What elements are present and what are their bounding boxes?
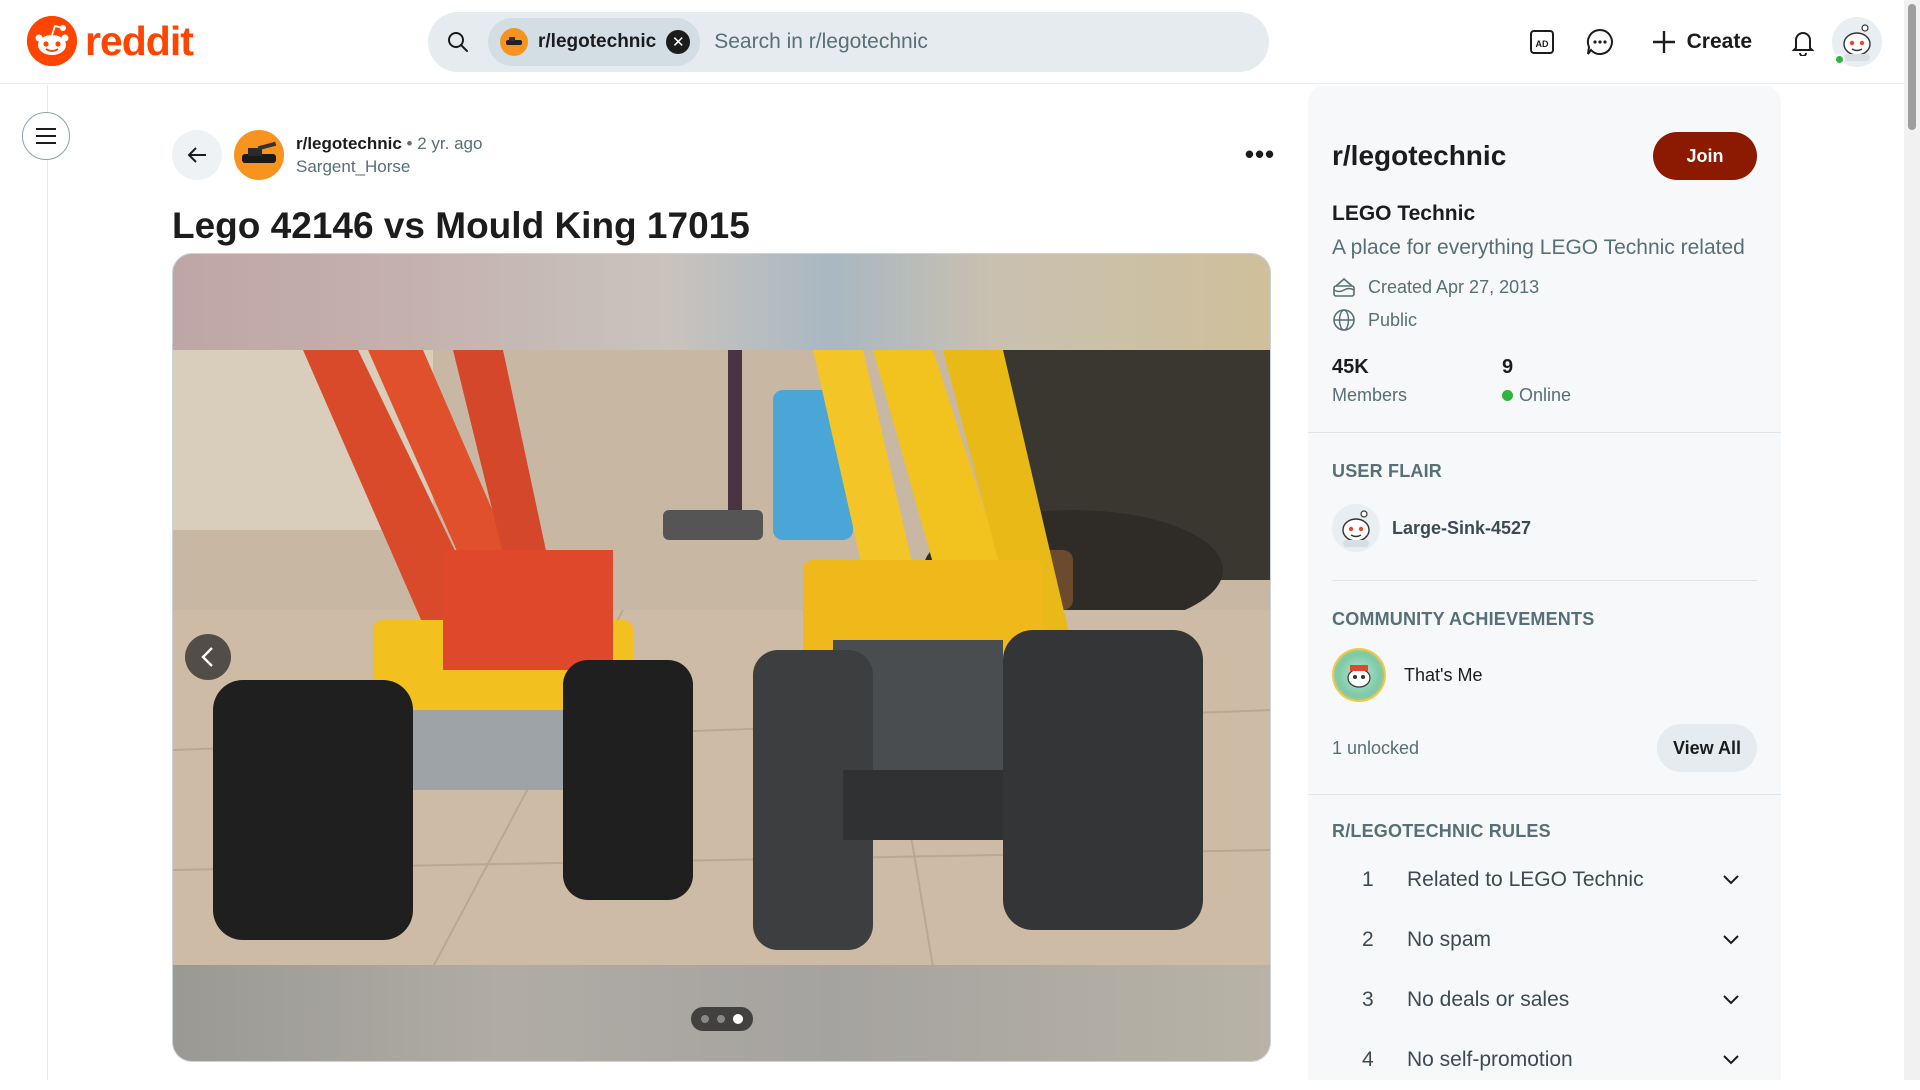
rule-text: No spam bbox=[1407, 928, 1492, 951]
previous-image-button[interactable] bbox=[185, 634, 231, 680]
menu-icon bbox=[36, 128, 56, 144]
chat-icon[interactable] bbox=[1571, 13, 1629, 71]
reddit-logo[interactable]: reddit bbox=[27, 16, 194, 66]
post: r/legotechnic • 2 yr. ago Sargent_Horse … bbox=[172, 120, 1274, 1062]
rule-number: 2 bbox=[1362, 928, 1374, 951]
top-header: reddit r/legotechnic ✕ Search in r/legot… bbox=[0, 0, 1904, 84]
scrollbar-thumb[interactable] bbox=[1908, 4, 1916, 130]
left-nav-rail bbox=[0, 85, 48, 1080]
online-count: 9 bbox=[1502, 356, 1514, 378]
rule-number: 3 bbox=[1362, 988, 1374, 1011]
created-date: Created Apr 27, 2013 bbox=[1368, 276, 1540, 297]
members-count: 45K bbox=[1332, 356, 1369, 378]
achievement-item[interactable]: That's Me bbox=[1332, 648, 1757, 702]
community-sidebar: r/legotechnic Join LEGO Technic A place … bbox=[1308, 86, 1781, 1080]
members-stat: 45K Members bbox=[1332, 356, 1502, 406]
header-actions: AD Create bbox=[1513, 0, 1904, 84]
rule-number: 4 bbox=[1362, 1048, 1374, 1071]
community-description: A place for everything LEGO Technic rela… bbox=[1332, 236, 1745, 259]
pager-dot[interactable] bbox=[717, 1015, 725, 1023]
online-stat: 9 Online bbox=[1502, 356, 1672, 406]
post-meta: r/legotechnic • 2 yr. ago Sargent_Horse … bbox=[172, 120, 1274, 190]
create-label: Create bbox=[1686, 30, 1752, 53]
flair-username: Large-Sink-4527 bbox=[1392, 517, 1532, 538]
community-created: Created Apr 27, 2013 bbox=[1332, 276, 1757, 298]
achievement-badge-icon bbox=[1332, 648, 1386, 702]
visibility-label: Public bbox=[1368, 309, 1418, 330]
community-search-chip[interactable]: r/legotechnic ✕ bbox=[488, 18, 701, 66]
reddit-snoo-icon bbox=[27, 16, 77, 66]
hamburger-menu-button[interactable] bbox=[22, 112, 70, 160]
unlocked-count: 1 unlocked bbox=[1332, 737, 1420, 758]
page-scrollbar[interactable] bbox=[1904, 0, 1920, 1080]
plus-icon bbox=[1652, 31, 1675, 53]
post-meta-text: r/legotechnic • 2 yr. ago Sargent_Horse bbox=[296, 134, 482, 177]
post-author[interactable]: Sargent_Horse bbox=[296, 157, 482, 177]
reddit-wordmark: reddit bbox=[85, 17, 194, 64]
community-visibility: Public bbox=[1332, 308, 1757, 332]
create-button[interactable]: Create bbox=[1637, 17, 1766, 67]
community-name: r/legotechnic bbox=[1332, 140, 1507, 171]
cake-icon bbox=[1333, 277, 1355, 297]
search-bar[interactable]: r/legotechnic ✕ Search in r/legotechnic bbox=[428, 12, 1269, 72]
community-stats: 45K Members 9 Online bbox=[1308, 356, 1781, 433]
post-image[interactable] bbox=[173, 350, 1270, 967]
chevron-down-icon bbox=[1719, 928, 1743, 952]
join-button[interactable]: Join bbox=[1653, 132, 1757, 180]
pager-dot-active[interactable] bbox=[733, 1014, 743, 1024]
chevron-left-icon bbox=[201, 647, 213, 667]
rule-text: No deals or sales bbox=[1407, 988, 1570, 1011]
profile-avatar[interactable] bbox=[1832, 17, 1882, 67]
search-icon bbox=[428, 12, 488, 72]
rule-item[interactable]: 3 No deals or sales bbox=[1332, 970, 1757, 1030]
more-options-button[interactable]: ••• bbox=[1238, 132, 1282, 176]
achievements-heading: COMMUNITY ACHIEVEMENTS bbox=[1332, 609, 1595, 629]
rule-text: No self-promotion bbox=[1407, 1048, 1573, 1071]
globe-icon bbox=[1333, 309, 1355, 331]
chevron-down-icon bbox=[1719, 1048, 1743, 1072]
post-time: 2 yr. ago bbox=[417, 133, 483, 153]
image-gallery bbox=[172, 253, 1271, 1062]
online-label: Online bbox=[1519, 385, 1572, 405]
rules-heading: R/LEGOTECHNIC RULES bbox=[1332, 821, 1551, 841]
arrow-left-icon bbox=[187, 147, 206, 163]
subreddit-link[interactable]: r/legotechnic bbox=[296, 134, 402, 153]
pager-dot[interactable] bbox=[701, 1015, 709, 1023]
advertise-icon[interactable]: AD bbox=[1513, 13, 1571, 71]
achievements-footer: 1 unlocked View All bbox=[1308, 724, 1781, 795]
rule-number: 1 bbox=[1362, 868, 1374, 891]
bell-icon[interactable] bbox=[1774, 13, 1832, 71]
subreddit-avatar[interactable] bbox=[234, 130, 284, 180]
back-button[interactable] bbox=[172, 130, 222, 180]
rule-item[interactable]: 4 No self-promotion bbox=[1332, 1030, 1757, 1090]
community-title: LEGO Technic bbox=[1332, 202, 1476, 225]
flair-avatar bbox=[1332, 504, 1380, 552]
user-flair[interactable]: Large-Sink-4527 bbox=[1332, 504, 1757, 581]
search-input[interactable]: Search in r/legotechnic bbox=[714, 30, 928, 54]
rule-text: Related to LEGO Technic bbox=[1407, 868, 1644, 891]
view-all-button[interactable]: View All bbox=[1656, 724, 1757, 772]
rule-item[interactable]: 2 No spam bbox=[1332, 910, 1757, 970]
achievement-name: That's Me bbox=[1404, 664, 1483, 685]
community-avatar bbox=[500, 28, 528, 56]
svg-text:AD: AD bbox=[1535, 39, 1548, 49]
gallery-pager bbox=[691, 1007, 753, 1031]
members-label: Members bbox=[1332, 385, 1408, 405]
chevron-down-icon bbox=[1719, 988, 1743, 1012]
meta-separator: • bbox=[406, 133, 413, 153]
user-flair-heading: USER FLAIR bbox=[1332, 461, 1442, 481]
online-status-dot bbox=[1834, 54, 1845, 65]
close-icon[interactable]: ✕ bbox=[666, 30, 691, 54]
post-title: Lego 42146 vs Mould King 17015 bbox=[172, 205, 750, 246]
rule-item[interactable]: 1 Related to LEGO Technic bbox=[1332, 850, 1757, 910]
online-dot bbox=[1502, 390, 1513, 401]
community-chip-label: r/legotechnic bbox=[538, 31, 657, 52]
chevron-down-icon bbox=[1719, 868, 1743, 892]
rules-list: 1 Related to LEGO Technic 2 No spam 3 No… bbox=[1332, 850, 1757, 1090]
